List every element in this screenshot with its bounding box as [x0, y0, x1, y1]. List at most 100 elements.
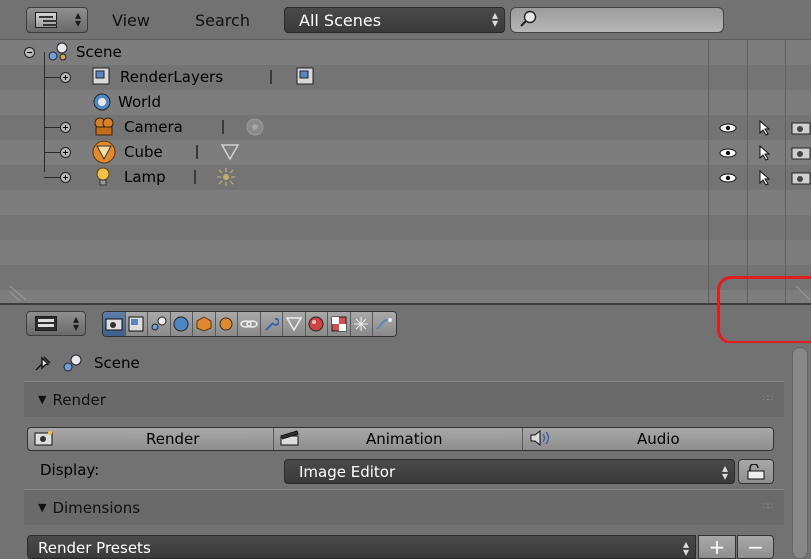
render-camera-icon[interactable]	[791, 171, 811, 185]
object-tab-icon[interactable]	[193, 312, 216, 336]
audio-button[interactable]: Audio	[523, 428, 773, 450]
outliner-row	[0, 215, 811, 240]
render-presets-select[interactable]: Render Presets ▴ ▾	[27, 535, 696, 559]
expand-toggle-icon[interactable]	[60, 122, 71, 133]
render-camera-icon[interactable]	[791, 121, 811, 135]
render-button[interactable]: Render	[28, 428, 274, 450]
mesh-object-icon	[92, 140, 116, 164]
display-mode-select[interactable]: All Scenes ▴ ▾	[284, 7, 505, 33]
material-tab-icon[interactable]	[305, 312, 328, 336]
remove-preset-button[interactable]: −	[737, 535, 774, 559]
plus-icon: +	[708, 535, 726, 559]
pin-icon[interactable]	[34, 354, 54, 372]
world-tab-icon[interactable]	[170, 312, 193, 336]
collapse-toggle-icon[interactable]	[24, 47, 35, 58]
properties-panel: Scene ▼ Render ∷∷ Render Animation Audio…	[0, 343, 790, 559]
eye-icon[interactable]	[719, 123, 737, 133]
display-select-value: Image Editor	[299, 463, 396, 481]
editor-type-button[interactable]: ▴ ▾	[26, 311, 86, 336]
dimensions-panel-header[interactable]: ▼ Dimensions ∷∷	[24, 489, 784, 525]
scrollbar-thumb[interactable]	[792, 347, 808, 559]
display-select[interactable]: Image Editor ▴ ▾	[284, 459, 735, 484]
separator	[196, 145, 198, 159]
separator	[270, 70, 272, 84]
scene-icon	[48, 42, 68, 61]
scene-icon	[63, 354, 82, 372]
properties-context-tabs	[102, 311, 397, 337]
render-panel-header[interactable]: ▼ Render ∷∷	[24, 381, 784, 417]
expand-toggle-icon[interactable]	[60, 147, 71, 158]
texture-tab-icon[interactable]	[328, 312, 351, 336]
properties-header: ▴ ▾	[0, 305, 811, 343]
expand-toggle-icon[interactable]	[60, 72, 71, 83]
updown-arrows-icon: ▴ ▾	[721, 461, 728, 483]
render-layers-tab-icon[interactable]	[125, 312, 148, 336]
render-layers-icon	[296, 67, 314, 85]
outliner-item-label: Cube	[124, 143, 163, 161]
outliner-row	[0, 165, 811, 190]
updown-arrows-icon: ▴ ▾	[74, 8, 81, 30]
outliner-tree: Scene RenderLayers World Camera Cube Lam…	[0, 40, 811, 303]
outliner-header: ▴ ▾ View Search All Scenes ▴ ▾	[0, 0, 811, 40]
constraints-tab-icon[interactable]	[238, 312, 261, 336]
outliner-row	[0, 240, 811, 265]
lock-icon	[747, 463, 765, 479]
eye-icon[interactable]	[719, 173, 737, 183]
particles-tab-icon[interactable]	[350, 312, 373, 336]
cursor-icon[interactable]	[759, 170, 771, 186]
render-camera-icon	[34, 431, 53, 446]
eye-icon[interactable]	[719, 148, 737, 158]
outliner-search-field[interactable]	[510, 7, 724, 33]
view-menu[interactable]: View	[112, 11, 150, 30]
outliner-editor-icon	[35, 12, 57, 28]
column-divider	[747, 40, 748, 303]
column-divider	[785, 40, 786, 303]
outliner-row	[0, 290, 811, 303]
properties-editor-icon	[35, 316, 57, 331]
panel-title: Render	[52, 390, 106, 409]
object-data-tab-icon[interactable]	[215, 312, 238, 336]
panel-title: Dimensions	[52, 498, 141, 517]
updown-arrows-icon: ▴ ▾	[682, 537, 689, 559]
search-icon	[520, 10, 537, 27]
cursor-icon[interactable]	[759, 145, 771, 161]
properties-scrollbar[interactable]	[790, 343, 811, 559]
render-layers-icon	[92, 67, 110, 85]
mesh-data-tab-icon[interactable]	[283, 312, 306, 336]
search-menu[interactable]: Search	[195, 11, 250, 30]
outliner-item-label: Camera	[124, 118, 183, 136]
render-tab-icon[interactable]	[103, 312, 126, 336]
render-camera-icon[interactable]	[791, 146, 811, 160]
outliner-row	[0, 190, 811, 215]
updown-arrows-icon: ▴ ▾	[72, 312, 79, 334]
audio-button-label: Audio	[637, 430, 680, 448]
outliner-item-label: Lamp	[124, 168, 166, 186]
outliner-row	[0, 140, 811, 165]
outliner-item-label: RenderLayers	[120, 68, 224, 86]
panel-drag-grip-icon[interactable]: ∷∷	[763, 394, 774, 404]
expand-toggle-icon[interactable]	[60, 172, 71, 183]
add-preset-button[interactable]: +	[698, 535, 736, 559]
panel-collapse-icon: ▼	[38, 501, 47, 514]
display-label: Display:	[40, 461, 100, 479]
scene-tab-icon[interactable]	[148, 312, 171, 336]
lock-interface-button[interactable]	[738, 459, 774, 484]
camera-data-icon	[246, 118, 264, 136]
panel-drag-grip-icon[interactable]: ∷∷	[763, 502, 774, 512]
column-divider	[708, 40, 709, 303]
search-input[interactable]	[541, 11, 716, 29]
camera-icon	[94, 117, 114, 136]
editor-type-button[interactable]: ▴ ▾	[26, 7, 88, 33]
modifiers-wrench-icon[interactable]	[260, 312, 283, 336]
physics-tab-icon[interactable]	[373, 312, 396, 336]
lamp-data-icon	[217, 168, 235, 186]
area-split-grip-icon[interactable]	[8, 284, 28, 302]
display-mode-label: All Scenes	[299, 11, 382, 30]
cursor-icon[interactable]	[759, 120, 771, 136]
context-path: Scene	[34, 353, 140, 373]
tree-line	[44, 52, 45, 172]
animation-button[interactable]: Animation	[274, 428, 523, 450]
separator	[194, 170, 196, 184]
minus-icon: −	[747, 535, 764, 559]
panel-collapse-icon: ▼	[38, 393, 47, 406]
